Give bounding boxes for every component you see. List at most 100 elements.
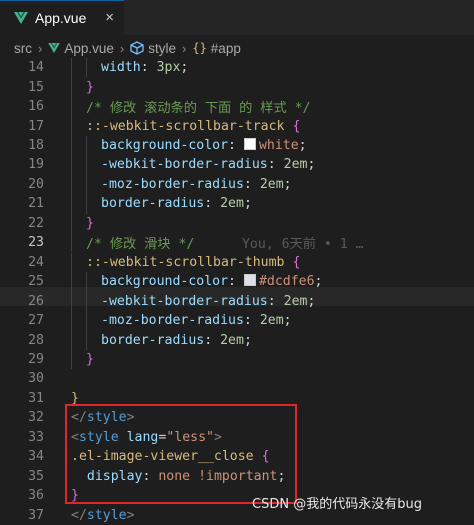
- code-text: -moz-border-radius: 2em;: [101, 313, 292, 328]
- line-number: 35: [28, 468, 44, 484]
- code-token: /* 修改 滑块 */: [86, 237, 195, 253]
- line-number: 21: [28, 196, 44, 212]
- code-token: ;: [180, 60, 189, 76]
- code-token: 2em: [283, 157, 308, 173]
- line-number: 34: [28, 449, 44, 465]
- indent-guide: [86, 310, 87, 331]
- code-token: 2em: [283, 293, 308, 309]
- indent-guide: [71, 96, 72, 117]
- code-text: </style>: [71, 508, 135, 523]
- line-number: 32: [28, 410, 44, 426]
- indent-guide: [71, 155, 72, 175]
- code-text: background-color: white;: [101, 138, 307, 153]
- code-token: background-color: [101, 274, 229, 290]
- breadcrumb-folder[interactable]: src: [14, 41, 32, 56]
- line-number: 26: [28, 293, 44, 309]
- line-number: 18: [28, 138, 44, 154]
- breadcrumb-selector[interactable]: {} #app: [192, 41, 241, 56]
- code-token: ;: [307, 293, 316, 309]
- indent-guide: [71, 233, 72, 253]
- code-token: :: [204, 196, 221, 212]
- code-text: }: [86, 352, 94, 367]
- code-token: :: [140, 60, 157, 76]
- indent-guide: [71, 58, 72, 78]
- vue-file-icon: [14, 12, 28, 24]
- tab-bar: App.vue ×: [0, 0, 474, 35]
- line-number: 17: [28, 118, 44, 134]
- chevron-right-icon: ›: [38, 40, 43, 56]
- color-swatch[interactable]: [243, 274, 256, 287]
- breadcrumb-section-label: style: [148, 40, 176, 56]
- indent-guide: [86, 174, 87, 195]
- code-token: ::-webkit-scrollbar-track: [86, 118, 285, 134]
- line-number: 33: [28, 429, 44, 445]
- line-number: 37: [28, 507, 44, 523]
- code-token: :: [267, 157, 284, 173]
- code-token: :: [228, 274, 244, 290]
- code-line[interactable]: 30: [0, 369, 474, 388]
- indent-guide: [71, 349, 72, 370]
- code-token: :: [228, 138, 244, 154]
- tab-app-vue[interactable]: App.vue ×: [0, 0, 124, 35]
- code-token: {: [292, 118, 301, 134]
- code-token: }: [86, 351, 94, 367]
- line-number: 25: [28, 274, 44, 290]
- code-token: ;: [314, 274, 323, 290]
- line-number: 30: [28, 371, 44, 387]
- indent-guide: [71, 194, 72, 214]
- line-number: 29: [28, 351, 44, 367]
- code-token: 2em: [259, 176, 284, 192]
- line-number: 20: [28, 176, 44, 192]
- code-token: ;: [298, 138, 307, 154]
- indent-guide: [71, 174, 72, 195]
- vue-file-icon: [48, 43, 61, 53]
- code-text: border-radius: 2em;: [101, 333, 252, 348]
- line-number: 24: [28, 254, 44, 270]
- code-token: ;: [283, 176, 292, 192]
- indent-guide: [86, 194, 87, 214]
- indent-guide: [71, 291, 72, 311]
- code-token: ;: [283, 313, 292, 329]
- chevron-right-icon: ›: [119, 40, 125, 56]
- line-number: 22: [28, 215, 44, 231]
- line-number: 31: [28, 390, 44, 406]
- color-swatch[interactable]: [243, 138, 256, 151]
- code-token: white: [258, 138, 299, 154]
- code-token: style: [86, 507, 127, 523]
- code-text: width: 3px;: [101, 60, 188, 75]
- breadcrumb-file-label: App.vue: [64, 40, 114, 56]
- indent-guide: [71, 213, 72, 234]
- code-token: 3px: [156, 60, 181, 76]
- indent-guide: [71, 271, 72, 292]
- indent-guide: [86, 155, 87, 175]
- indent-guide: [71, 135, 72, 156]
- code-text: /* 修改 滑块 */ You, 6天前 • 1 …: [86, 233, 364, 252]
- code-token: -moz-border-radius: [101, 313, 244, 329]
- code-token: -moz-border-radius: [101, 176, 244, 192]
- code-text: -webkit-border-radius: 2em;: [101, 157, 315, 172]
- code-token: border-radius: [101, 332, 205, 348]
- code-token: width: [101, 60, 141, 76]
- code-text: border-radius: 2em;: [101, 196, 252, 211]
- cube-icon: [130, 41, 144, 55]
- code-token: -webkit-border-radius: [101, 157, 268, 173]
- highlight-box: [65, 404, 297, 504]
- line-number: 28: [28, 332, 44, 348]
- code-token: ;: [243, 332, 252, 348]
- line-number: 27: [28, 313, 44, 329]
- line-number: 14: [28, 60, 44, 76]
- indent-guide: [86, 330, 87, 350]
- code-token: }: [86, 79, 94, 95]
- indent-guide: [86, 58, 87, 78]
- code-token: 2em: [259, 313, 284, 329]
- code-text: -moz-border-radius: 2em;: [101, 177, 292, 192]
- line-number: 19: [28, 157, 44, 173]
- code-token: #dcdfe6: [258, 274, 315, 290]
- breadcrumb-file[interactable]: App.vue: [48, 41, 114, 56]
- code-token: 2em: [220, 332, 244, 348]
- close-icon[interactable]: ×: [105, 9, 114, 26]
- breadcrumb-section[interactable]: style: [130, 41, 176, 56]
- code-token: :: [243, 313, 260, 329]
- indent-guide: [86, 271, 87, 292]
- code-text: background-color: #dcdfe6;: [101, 274, 322, 289]
